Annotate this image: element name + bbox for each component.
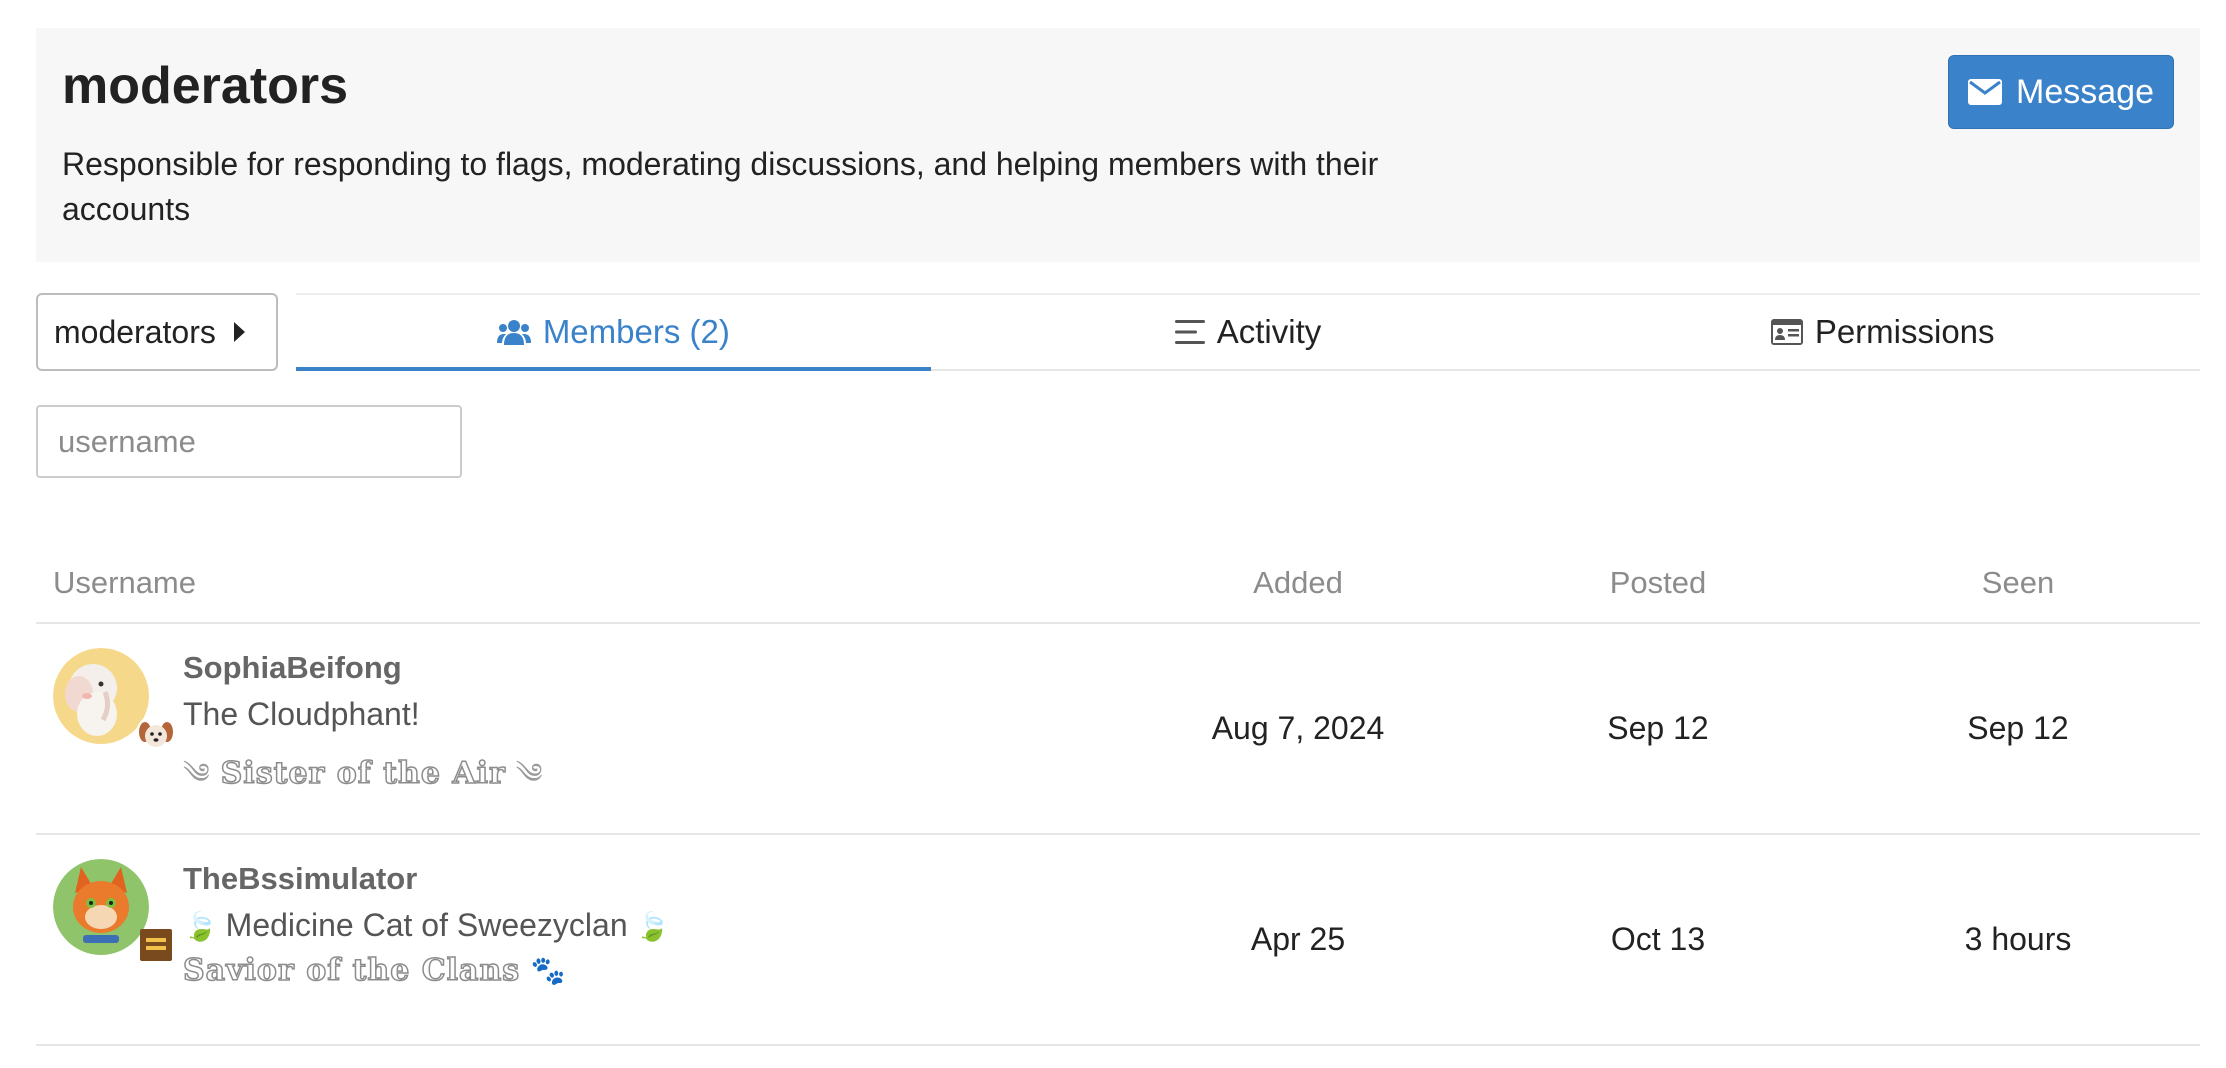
list-icon (1174, 319, 1205, 345)
caret-right-icon (233, 322, 245, 342)
member-username[interactable]: TheBssimulator (183, 861, 417, 897)
member-username[interactable]: SophiaBeifong (183, 650, 402, 686)
member-title: The Cloudphant! (183, 696, 420, 732)
badge-flair-icon (136, 925, 176, 965)
group-header: moderators Responsible for responding to… (36, 28, 2200, 262)
message-button-label: Message (2016, 72, 2154, 111)
avatar[interactable] (53, 648, 149, 744)
tab-permissions[interactable]: Permissions (1565, 295, 2200, 369)
column-header-seen[interactable]: Seen (1838, 565, 2198, 601)
group-title: moderators (62, 57, 349, 115)
members-table: Username Added Posted Seen SophiaBeifong… (36, 545, 2200, 1046)
username-search-input[interactable] (36, 405, 462, 478)
member-added-date: Aug 7, 2024 (1211, 710, 1385, 746)
avatar[interactable] (53, 859, 149, 955)
group-page: moderators Responsible for responding to… (0, 0, 2226, 1068)
users-icon (496, 319, 531, 345)
tab-members-label: Members (2) (542, 313, 730, 350)
group-selector-label: moderators (54, 313, 216, 350)
wind-icon: ༄ (505, 757, 544, 790)
member-seen-date: 3 hours (1964, 921, 2072, 957)
leaf-icon: 🍃 (627, 911, 671, 942)
member-posted-date: Oct 13 (1610, 921, 1706, 957)
table-row: TheBssimulator 🍃 Medicine Cat of Sweezyc… (36, 835, 2200, 1046)
wind-icon: ༄ (183, 757, 221, 790)
id-card-icon (1770, 319, 1803, 345)
tab-activity[interactable]: Activity (931, 295, 1566, 369)
group-description: Responsible for responding to flags, mod… (62, 146, 1379, 227)
member-flair-text: ༄ Sister of the Air ༄ (183, 742, 543, 821)
column-header-username[interactable]: Username (53, 565, 196, 601)
member-seen-date: Sep 12 (1967, 710, 2069, 746)
member-flair-text: Savior of the Clans 🐾 (182, 952, 567, 989)
tab-permissions-label: Permissions (1814, 313, 1995, 350)
leaf-icon: 🍃 (183, 911, 226, 942)
member-added-date: Apr 25 (1250, 921, 1346, 957)
column-header-added[interactable]: Added (1118, 565, 1478, 601)
member-title: 🍃 Medicine Cat of Sweezyclan 🍃 (183, 907, 670, 944)
member-posted-date: Sep 12 (1607, 710, 1709, 746)
group-selector-dropdown[interactable]: moderators (36, 293, 278, 371)
envelope-icon (1968, 79, 2003, 105)
message-button[interactable]: Message (1948, 55, 2174, 129)
table-header-row: Username Added Posted Seen (36, 545, 2200, 624)
group-tabs: Members (2) Activity Permissions (296, 293, 2200, 371)
table-row: SophiaBeifong The Cloudphant! ༄ Sister o… (36, 624, 2200, 835)
tab-members[interactable]: Members (2) (296, 295, 931, 371)
member-title-label: Medicine Cat of Sweezyclan (225, 907, 628, 943)
column-header-posted[interactable]: Posted (1478, 565, 1838, 601)
dog-flair-icon (136, 714, 176, 754)
member-flair-label: Sister of the Air (220, 755, 506, 792)
tab-activity-label: Activity (1216, 313, 1322, 350)
paw-icon: 🐾 (520, 954, 567, 987)
member-flair-label: Savior of the Clans (182, 952, 521, 989)
